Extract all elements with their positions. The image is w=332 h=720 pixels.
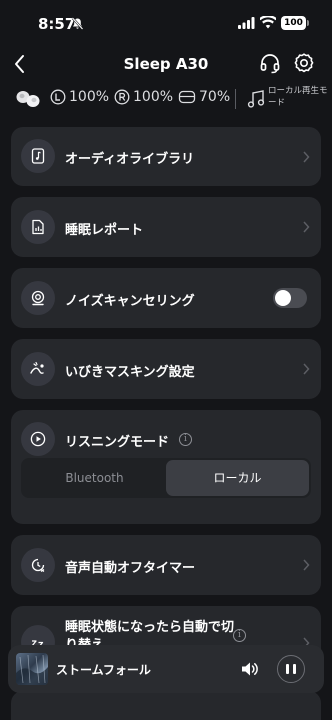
storm-artwork-image <box>16 654 48 685</box>
info-divider <box>235 89 236 109</box>
audio-library-label: オーディオライブラリ <box>65 152 195 167</box>
local-playback-mode-label: ローカル再生モード <box>268 86 328 108</box>
listening-mode-local-option[interactable]: ローカル <box>166 460 309 496</box>
case-battery-value: 70% <box>199 89 231 105</box>
mini-player[interactable]: ストームフォール <box>8 645 324 693</box>
right-battery-value: 100% <box>133 89 174 105</box>
bell-muted-icon <box>71 17 84 30</box>
pause-icon <box>293 664 296 674</box>
noise-cancelling-label: ノイズキャンセリング <box>65 294 195 309</box>
noise-cancelling-icon <box>31 290 45 306</box>
earbuds-icon <box>16 91 40 107</box>
sleep-report-row[interactable]: 睡眠レポート <box>11 197 321 257</box>
audio-library-icon-wrap <box>21 139 55 173</box>
status-bar: 8:57 100 <box>0 0 332 48</box>
next-settings-row[interactable] <box>11 691 321 720</box>
toggle-knob <box>275 290 291 306</box>
noise-cancelling-icon-wrap <box>21 281 55 315</box>
case-battery-stat: 70% <box>178 89 230 105</box>
left-battery-value: 100% <box>69 89 110 105</box>
report-chart-icon <box>32 219 44 235</box>
pause-button[interactable] <box>277 655 305 683</box>
play-circle-icon <box>30 431 46 447</box>
timer-icon <box>31 558 45 572</box>
status-time: 8:57 <box>38 15 76 33</box>
audio-library-row[interactable]: オーディオライブラリ <box>11 127 321 186</box>
right-battery-stat: 100% <box>114 89 173 105</box>
sleep-report-icon-wrap <box>21 210 55 244</box>
gear-icon[interactable] <box>293 52 315 74</box>
volume-icon[interactable] <box>240 659 260 679</box>
info-icon[interactable]: i <box>233 629 246 642</box>
listening-mode-icon-wrap <box>21 422 55 456</box>
chevron-right-icon <box>303 559 310 571</box>
snore-masking-icon-wrap <box>21 352 55 386</box>
listening-mode-bluetooth-option[interactable]: Bluetooth <box>23 460 166 496</box>
headphones-icon[interactable] <box>259 52 281 74</box>
audio-off-timer-icon-wrap <box>21 548 55 582</box>
device-status-strip: 100% 100% 70% ローカル再生モード <box>0 84 332 114</box>
page-title: Sleep A30 <box>123 55 209 73</box>
pause-icon <box>286 664 289 674</box>
left-battery-stat: 100% <box>50 89 109 105</box>
app-header: Sleep A30 <box>0 48 332 80</box>
now-playing-title: ストームフォール <box>56 663 151 677</box>
charging-case-icon <box>178 90 196 104</box>
noise-cancelling-row: ノイズキャンセリング <box>11 268 321 328</box>
sleeping-person-icon <box>30 361 44 374</box>
chevron-right-icon <box>303 151 310 163</box>
listening-mode-card: リスニングモード i Bluetooth ローカル <box>11 410 321 524</box>
cellular-signal-icon <box>238 17 255 29</box>
wifi-icon <box>260 16 276 29</box>
right-earbud-icon <box>114 89 130 105</box>
chevron-right-icon <box>303 221 310 233</box>
album-art-thumbnail <box>16 653 48 685</box>
left-earbud-icon <box>50 89 66 105</box>
battery-indicator: 100 <box>281 16 309 30</box>
listening-mode-label: リスニングモード <box>65 435 170 450</box>
snore-masking-label: いびきマスキング設定 <box>65 365 195 380</box>
audio-off-timer-label: 音声自動オフタイマー <box>65 561 196 576</box>
noise-cancelling-toggle[interactable] <box>273 288 307 308</box>
sleep-report-label: 睡眠レポート <box>65 223 144 238</box>
chevron-right-icon <box>303 363 310 375</box>
snore-masking-row[interactable]: いびきマスキング設定 <box>11 339 321 399</box>
music-file-icon <box>31 148 45 164</box>
listening-mode-segmented-control: Bluetooth ローカル <box>21 458 311 498</box>
info-icon[interactable]: i <box>179 433 192 446</box>
music-note-icon <box>247 90 265 108</box>
audio-off-timer-row[interactable]: 音声自動オフタイマー <box>11 535 321 595</box>
